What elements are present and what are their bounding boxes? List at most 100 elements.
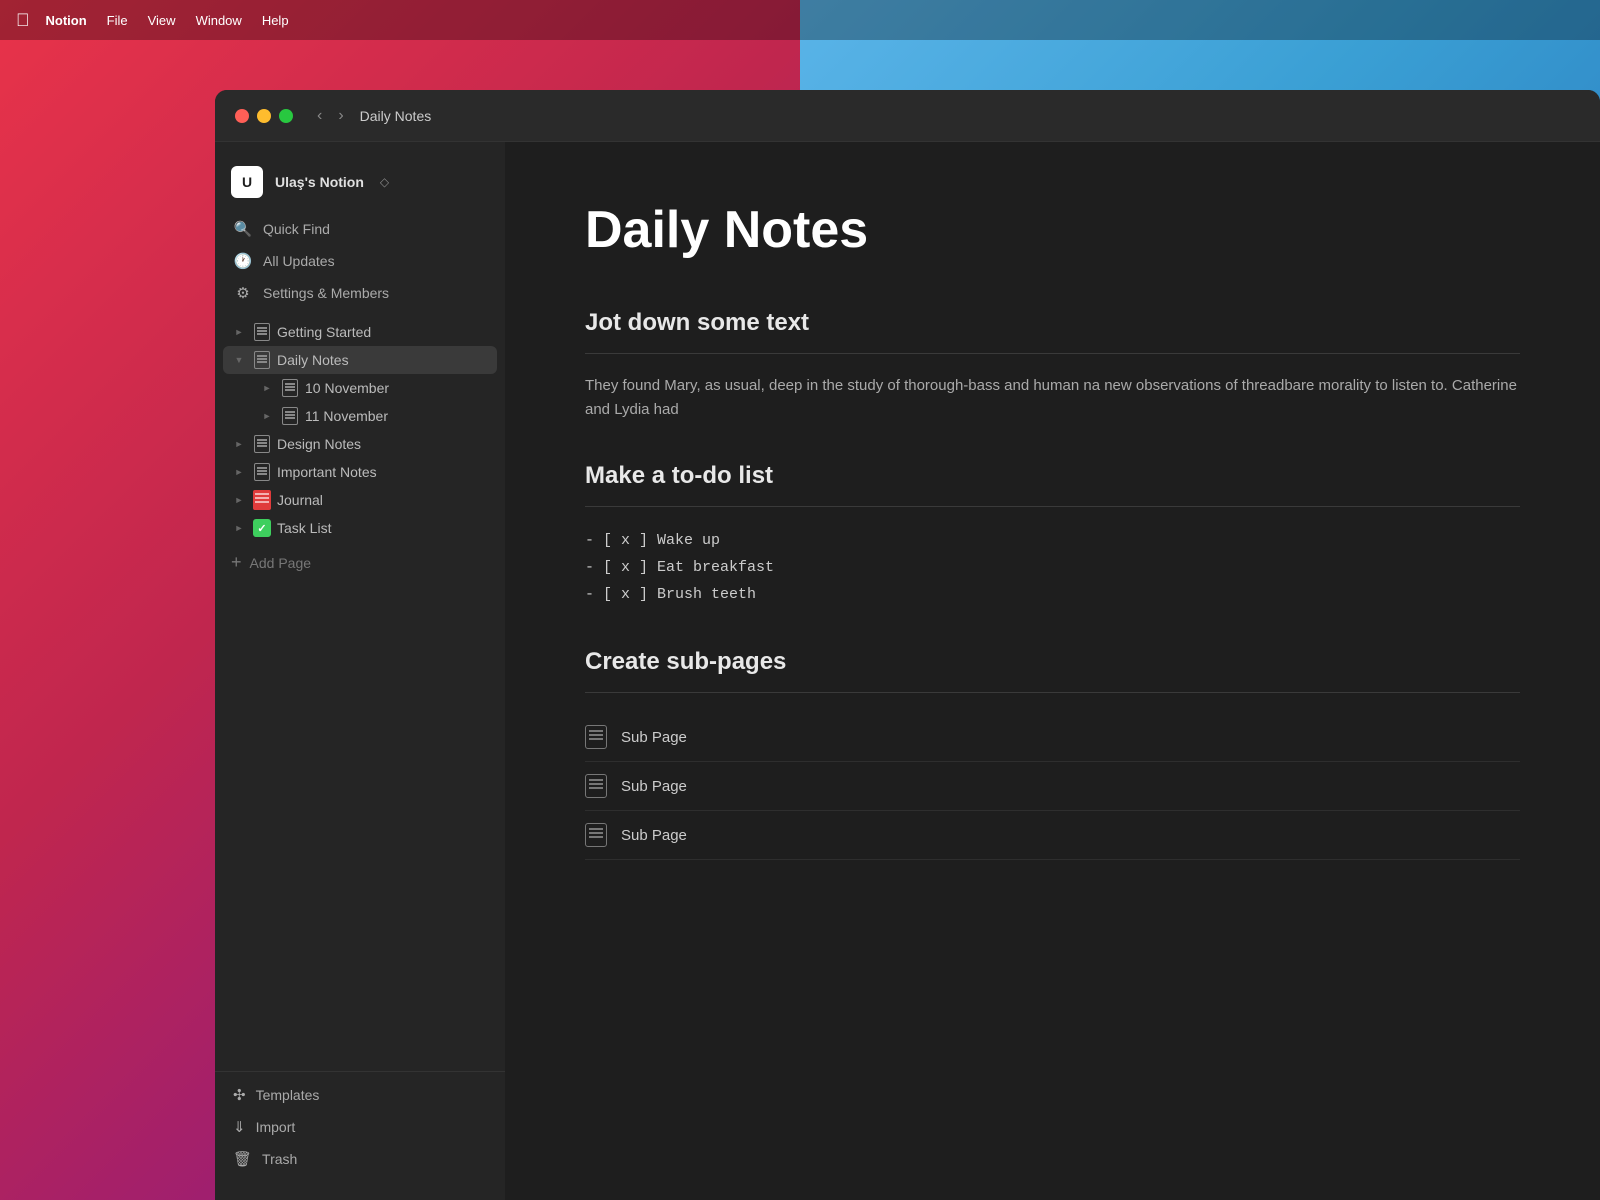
sidebar-item-getting-started[interactable]: ► Getting Started [223, 318, 497, 346]
apple-menu-icon[interactable]:  [16, 10, 30, 31]
arrow-icon: ► [231, 324, 247, 340]
sidebar-item-quick-find[interactable]: 🔍 Quick Find [223, 214, 497, 244]
trash-label: Trash [262, 1151, 297, 1167]
paragraph-content: They found Mary, as usual, deep in the s… [585, 374, 1520, 422]
menu-bar-items: Notion File View Window Help [46, 13, 289, 28]
import-label: Import [256, 1119, 296, 1135]
page-label: Daily Notes [277, 352, 349, 368]
minimize-button[interactable] [257, 109, 271, 123]
arrow-icon: ► [231, 436, 247, 452]
arrow-icon: ► [231, 464, 247, 480]
sidebar-item-important-notes[interactable]: ► Important Notes [223, 458, 497, 486]
subpage-item-3[interactable]: Sub Page [585, 811, 1520, 860]
page-icon [253, 463, 271, 481]
menu-window[interactable]: Window [196, 13, 242, 28]
subpage-item-1[interactable]: Sub Page [585, 713, 1520, 762]
page-label: 10 November [305, 380, 389, 396]
sidebar-item-settings-label: Settings & Members [263, 285, 389, 301]
menu-bar:  Notion File View Window Help [0, 0, 1600, 40]
sidebar-item-templates[interactable]: ✣ Templates [223, 1080, 497, 1110]
arrow-icon: ► [231, 492, 247, 508]
add-page-button[interactable]: + Add Page [215, 546, 505, 579]
arrow-icon: ► [259, 380, 275, 396]
page-title: Daily Notes [585, 202, 1520, 259]
sidebar-item-11-november[interactable]: ► 11 November [223, 402, 497, 430]
sidebar-item-all-updates[interactable]: 🕐 All Updates [223, 246, 497, 276]
menu-view[interactable]: View [148, 13, 176, 28]
page-label: Journal [277, 492, 323, 508]
subpage-item-2[interactable]: Sub Page [585, 762, 1520, 811]
menu-notion[interactable]: Notion [46, 13, 87, 28]
nav-back-button[interactable]: ‹ [313, 105, 326, 127]
page-icon [281, 407, 299, 425]
journal-icon [253, 491, 271, 509]
todo-item-1: - [ x ] Wake up [585, 527, 1520, 554]
workspace-name: Ulaş's Notion [275, 174, 364, 190]
arrow-expanded-icon: ▼ [231, 352, 247, 368]
subpage-doc-icon [585, 823, 607, 847]
sidebar-item-all-updates-label: All Updates [263, 253, 335, 269]
page-icon [253, 435, 271, 453]
sidebar-nav: 🔍 Quick Find 🕐 All Updates ⚙ Settings & … [215, 214, 505, 310]
menu-help[interactable]: Help [262, 13, 289, 28]
traffic-lights [235, 109, 293, 123]
section-heading-subpages: Create sub-pages [585, 648, 1520, 676]
sidebar-item-10-november[interactable]: ► 10 November [223, 374, 497, 402]
menu-file[interactable]: File [107, 13, 128, 28]
sidebar-pages: ► Getting Started ▼ Daily Notes ► 10 Nov… [215, 318, 505, 542]
sidebar-item-import[interactable]: ⇓ Import [223, 1112, 497, 1142]
sidebar-item-journal[interactable]: ► Journal [223, 486, 497, 514]
subpages-list: Sub Page Sub Page Sub Page [585, 713, 1520, 860]
arrow-icon: ► [231, 520, 247, 536]
title-bar: ‹ › Daily Notes [215, 90, 1600, 142]
page-icon [253, 351, 271, 369]
window-title: Daily Notes [360, 108, 432, 124]
arrow-icon: ► [259, 408, 275, 424]
page-label: Getting Started [277, 324, 371, 340]
app-window: ‹ › Daily Notes U Ulaş's Notion ◇ 🔍 Quic… [215, 90, 1600, 1200]
gear-icon: ⚙ [233, 284, 253, 302]
workspace-chevron-icon: ◇ [380, 175, 389, 189]
task-icon [253, 519, 271, 537]
section-heading-todo: Make a to-do list [585, 462, 1520, 490]
maximize-button[interactable] [279, 109, 293, 123]
page-label: Design Notes [277, 436, 361, 452]
section-jot-down: Jot down some text They found Mary, as u… [585, 309, 1520, 422]
todo-list: - [ x ] Wake up - [ x ] Eat breakfast - … [585, 527, 1520, 608]
section-todo: Make a to-do list - [ x ] Wake up - [ x … [585, 462, 1520, 608]
page-icon [281, 379, 299, 397]
search-icon: 🔍 [233, 220, 253, 238]
section-sub-pages: Create sub-pages Sub Page Sub Page Sub P… [585, 648, 1520, 860]
sidebar-item-task-list[interactable]: ► Task List [223, 514, 497, 542]
nav-forward-button[interactable]: › [334, 105, 347, 127]
templates-label: Templates [256, 1087, 320, 1103]
sidebar: U Ulaş's Notion ◇ 🔍 Quick Find 🕐 All Upd… [215, 142, 505, 1200]
page-icon [253, 323, 271, 341]
sidebar-item-daily-notes[interactable]: ▼ Daily Notes [223, 346, 497, 374]
page-label: Task List [277, 520, 331, 536]
section-divider-subpages [585, 692, 1520, 693]
import-icon: ⇓ [233, 1118, 246, 1136]
todo-item-2: - [ x ] Eat breakfast [585, 554, 1520, 581]
trash-icon: 🗑 [233, 1150, 252, 1168]
section-heading-jot: Jot down some text [585, 309, 1520, 337]
add-icon: + [231, 552, 242, 573]
subpage-label-3: Sub Page [621, 827, 687, 844]
subpage-doc-icon [585, 774, 607, 798]
workspace-header[interactable]: U Ulaş's Notion ◇ [215, 158, 505, 214]
sidebar-bottom: ✣ Templates ⇓ Import 🗑 Trash [215, 1071, 505, 1184]
subpage-label-2: Sub Page [621, 778, 687, 795]
nav-buttons: ‹ › [313, 105, 348, 127]
close-button[interactable] [235, 109, 249, 123]
main-content: Daily Notes Jot down some text They foun… [505, 142, 1600, 1200]
sidebar-item-design-notes[interactable]: ► Design Notes [223, 430, 497, 458]
page-label: Important Notes [277, 464, 377, 480]
section-divider-todo [585, 506, 1520, 507]
subpage-label-1: Sub Page [621, 729, 687, 746]
sidebar-item-trash[interactable]: 🗑 Trash [223, 1144, 497, 1174]
clock-icon: 🕐 [233, 252, 253, 270]
sidebar-item-quick-find-label: Quick Find [263, 221, 330, 237]
templates-icon: ✣ [233, 1086, 246, 1104]
app-body: U Ulaş's Notion ◇ 🔍 Quick Find 🕐 All Upd… [215, 142, 1600, 1200]
sidebar-item-settings[interactable]: ⚙ Settings & Members [223, 278, 497, 308]
